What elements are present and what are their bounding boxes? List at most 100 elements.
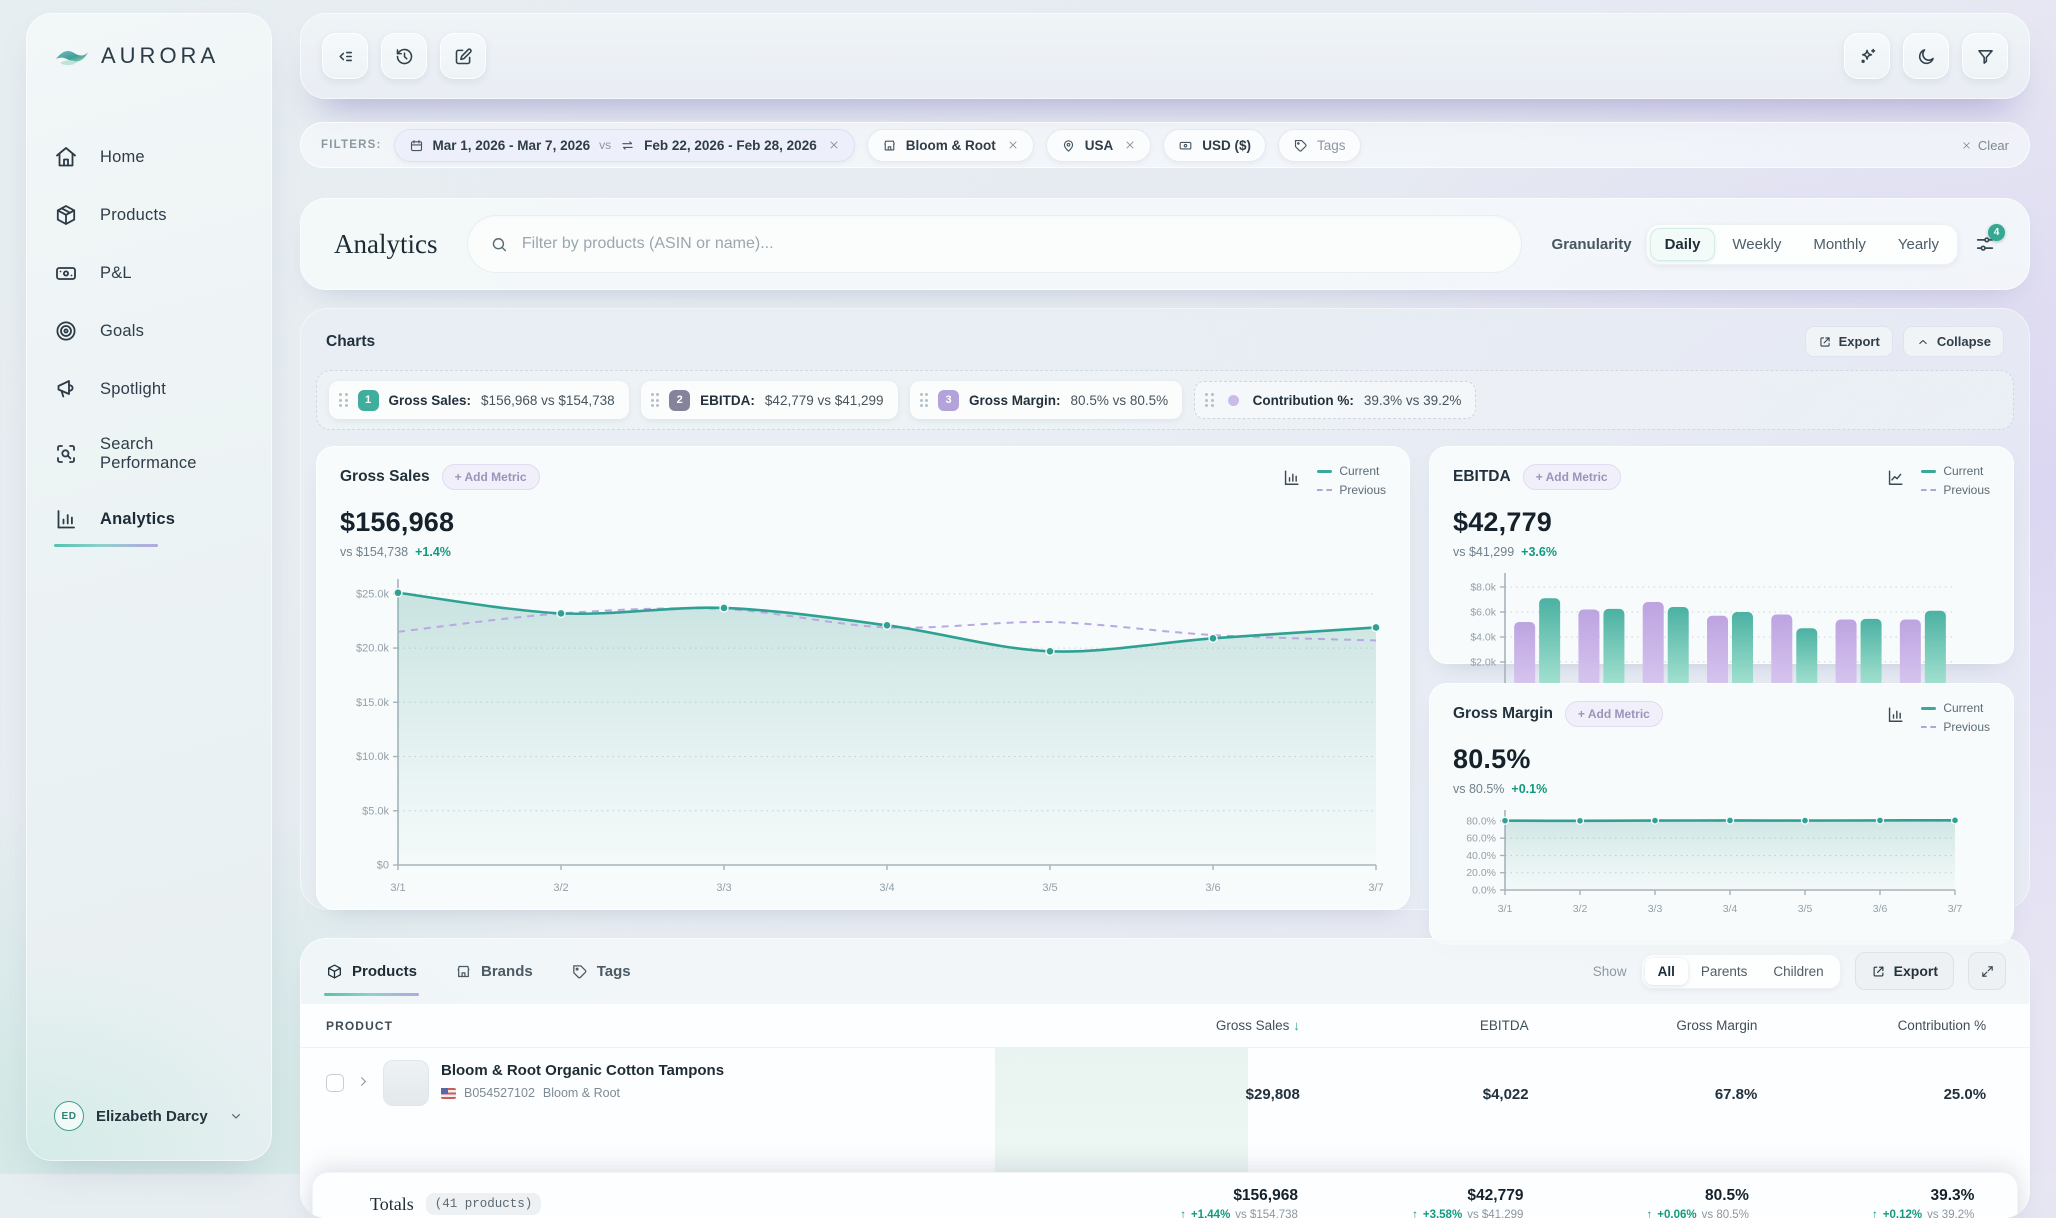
column-header-ebitda[interactable]: EBITDA	[1300, 1018, 1529, 1033]
drag-handle-icon[interactable]	[651, 393, 660, 407]
add-metric-button[interactable]: + Add Metric	[1523, 464, 1621, 490]
line-chart-icon	[1886, 468, 1905, 487]
geo-filter-label: USA	[1085, 138, 1114, 153]
svg-text:3/6: 3/6	[1205, 882, 1220, 894]
drag-handle-icon[interactable]	[1205, 393, 1214, 407]
metric-chip-name: EBITDA:	[700, 393, 755, 408]
charts-title: Charts	[326, 333, 375, 351]
sidebar-item-products[interactable]: Products	[52, 193, 246, 237]
column-header-product[interactable]: PRODUCT	[326, 1019, 1071, 1033]
collapse-sidebar-button[interactable]	[322, 33, 368, 79]
up-arrow-icon: ↑	[1180, 1209, 1186, 1218]
svg-text:$0: $0	[377, 860, 389, 872]
table-row[interactable]: Bloom & Root Organic Cotton Tampons B054…	[300, 1048, 2030, 1144]
svg-text:$15.0k: $15.0k	[356, 697, 390, 709]
column-header-gross-sales[interactable]: Gross Sales ↓	[1071, 1018, 1300, 1033]
brand-filter-chip[interactable]: Bloom & Root	[867, 129, 1034, 162]
add-metric-button[interactable]: + Add Metric	[1565, 701, 1663, 727]
sidebar-item-home[interactable]: Home	[52, 135, 246, 179]
date-range-chip[interactable]: Mar 1, 2026 - Mar 7, 2026 vs Feb 22, 202…	[394, 129, 855, 162]
gross-sales-chart[interactable]: $0$5.0k$10.0k$15.0k$20.0k$25.0k3/13/23/3…	[340, 567, 1386, 912]
product-search[interactable]	[467, 215, 1521, 273]
brand-logo: AURORA	[52, 43, 246, 69]
user-menu[interactable]: ED Elizabeth Darcy	[52, 1095, 246, 1137]
metric-chip-ebitda[interactable]: 2 EBITDA: $42,779 vs $41,299	[641, 381, 898, 419]
svg-text:3/5: 3/5	[1798, 903, 1813, 915]
column-header-contribution[interactable]: Contribution %	[1757, 1018, 1986, 1033]
edit-button[interactable]	[440, 33, 486, 79]
table-export-button[interactable]: Export	[1855, 952, 1954, 990]
legend-current-label: Current	[1339, 464, 1379, 478]
granularity-segmented: Daily Weekly Monthly Yearly	[1646, 224, 1958, 265]
svg-text:$4.0k: $4.0k	[1470, 632, 1496, 644]
chart-type-button[interactable]	[1886, 705, 1905, 724]
vs-label: vs	[599, 138, 611, 152]
table-controls: Show All Parents Children Export	[1593, 952, 2006, 990]
granularity-yearly[interactable]: Yearly	[1883, 228, 1954, 261]
ai-assistant-button[interactable]	[1844, 33, 1890, 79]
add-metric-button[interactable]: + Add Metric	[442, 464, 540, 490]
product-name[interactable]: Bloom & Root Organic Cotton Tampons	[441, 1060, 724, 1079]
sidebar-item-analytics[interactable]: Analytics	[52, 497, 246, 541]
granularity-daily[interactable]: Daily	[1650, 228, 1716, 261]
row-expand-chevron-icon[interactable]	[356, 1074, 371, 1089]
sidebar-item-pnl[interactable]: P&L	[52, 251, 246, 295]
show-children-button[interactable]: Children	[1760, 958, 1836, 985]
show-parents-button[interactable]: Parents	[1688, 958, 1761, 985]
expand-table-button[interactable]	[1968, 952, 2006, 990]
filter-button[interactable]	[1962, 33, 2008, 79]
chart-type-button[interactable]	[1886, 468, 1905, 487]
charts-export-button[interactable]: Export	[1805, 326, 1893, 357]
totals-gross-sales: $156,968 ↑+1.44%vs $154,738	[1072, 1187, 1297, 1218]
clear-filters-button[interactable]: Clear	[1961, 138, 2009, 153]
cell-gross-sales: $29,808	[1071, 1086, 1300, 1103]
metric-delta: +0.1%	[1511, 782, 1547, 796]
drag-handle-icon[interactable]	[339, 393, 348, 407]
us-flag-icon	[441, 1088, 456, 1099]
charts-collapse-button[interactable]: Collapse	[1903, 326, 2004, 357]
svg-text:3/4: 3/4	[1723, 903, 1738, 915]
tab-tags[interactable]: Tags	[569, 957, 633, 986]
chevron-down-icon	[228, 1108, 244, 1124]
totals-contribution: 39.3% ↑+0.12%vs 39.2%	[1749, 1187, 1974, 1218]
sidebar-nav: Home Products P&L Goals Spotlight Search…	[52, 135, 246, 541]
metric-chip-gross-sales[interactable]: 1 Gross Sales: $156,968 vs $154,738	[329, 381, 629, 419]
metric-chip-gross-margin[interactable]: 3 Gross Margin: 80.5% vs 80.5%	[910, 381, 1183, 419]
tab-brands[interactable]: Brands	[453, 957, 535, 986]
currency-filter-chip[interactable]: USD ($)	[1163, 129, 1266, 162]
bar-chart-icon	[1282, 468, 1301, 487]
tab-products[interactable]: Products	[324, 957, 419, 986]
svg-text:$2.0k: $2.0k	[1470, 657, 1496, 669]
drag-handle-icon[interactable]	[920, 393, 929, 407]
chevron-up-icon	[1916, 335, 1930, 349]
chart-legend: Current Previous	[1317, 464, 1386, 497]
metric-settings-button[interactable]: 4	[1974, 233, 1996, 255]
show-all-button[interactable]: All	[1645, 958, 1688, 985]
sidebar-item-goals[interactable]: Goals	[52, 309, 246, 353]
metric-chip-contribution[interactable]: Contribution %: 39.3% vs 39.2%	[1194, 381, 1476, 419]
metric-count-badge: 4	[1988, 224, 2005, 241]
charts-collapse-label: Collapse	[1937, 334, 1991, 349]
remove-date-filter-icon[interactable]	[828, 139, 840, 151]
history-button[interactable]	[381, 33, 427, 79]
geo-filter-chip[interactable]: USA	[1046, 129, 1152, 162]
search-input[interactable]	[522, 235, 1499, 253]
remove-brand-filter-icon[interactable]	[1007, 139, 1019, 151]
legend-previous-label: Previous	[1943, 720, 1990, 734]
metric-vs: vs $154,738	[340, 545, 408, 559]
card-title: EBITDA	[1453, 468, 1511, 486]
tags-filter-chip[interactable]: Tags	[1278, 129, 1361, 162]
remove-geo-filter-icon[interactable]	[1124, 139, 1136, 151]
column-header-gross-margin[interactable]: Gross Margin	[1529, 1018, 1758, 1033]
dark-mode-button[interactable]	[1903, 33, 1949, 79]
sidebar-item-spotlight[interactable]: Spotlight	[52, 367, 246, 411]
metric-chip-value: 80.5% vs 80.5%	[1071, 393, 1169, 408]
legend-current-label: Current	[1943, 701, 1983, 715]
chart-type-button[interactable]	[1282, 468, 1301, 487]
gross-margin-chart[interactable]: 0.0%20.0%40.0%60.0%80.0%3/13/23/33/43/53…	[1453, 804, 1990, 927]
granularity-weekly[interactable]: Weekly	[1717, 228, 1796, 261]
granularity-monthly[interactable]: Monthly	[1798, 228, 1881, 261]
filters-bar: FILTERS: Mar 1, 2026 - Mar 7, 2026 vs Fe…	[300, 122, 2030, 168]
row-checkbox[interactable]	[326, 1074, 344, 1092]
sidebar-item-search-performance[interactable]: Search Performance	[52, 425, 246, 483]
